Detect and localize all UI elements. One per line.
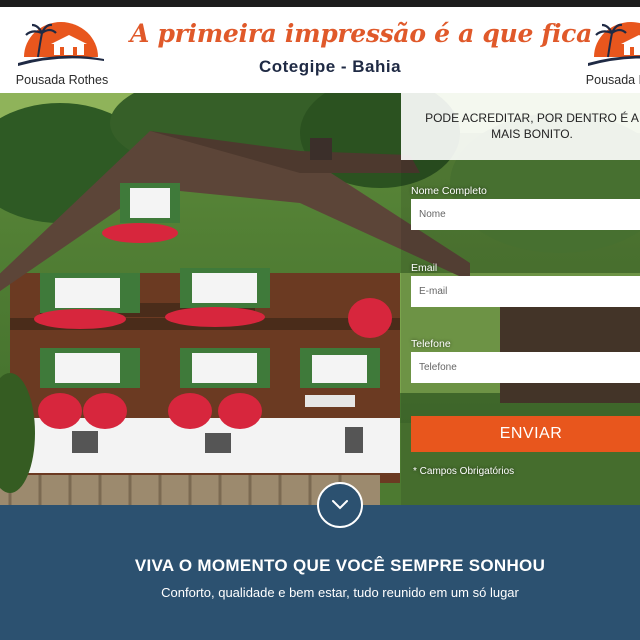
contact-form-panel: PODE ACREDITAR, POR DENTRO É A MAIS BONI…: [401, 93, 640, 505]
required-fields-note: * Campos Obrigatórios: [413, 466, 515, 477]
section-subline: Conforto, qualidade e bem estar, tudo re…: [161, 585, 519, 600]
phone-label: Telefone: [411, 338, 451, 350]
scroll-down-button[interactable]: [317, 482, 363, 528]
form-heading: PODE ACREDITAR, POR DENTRO É A MAIS BONI…: [425, 111, 639, 141]
email-input[interactable]: [411, 276, 640, 307]
phone-input[interactable]: [411, 352, 640, 383]
location-title: Cotegipe - Bahia: [258, 57, 402, 76]
form-header: PODE ACREDITAR, POR DENTRO É A MAIS BONI…: [401, 93, 640, 160]
brand-name: Pousada Rothes: [15, 73, 109, 87]
section-headline: VIVA O MOMENTO QUE VOCÊ SEMPRE SONHOU: [134, 556, 546, 575]
submit-button[interactable]: ENVIAR: [411, 416, 640, 452]
name-label: Nome Completo: [411, 185, 487, 197]
site-header: Pousada Rothes A primeira impressão é a …: [0, 7, 640, 93]
pousada-logo-icon: [588, 22, 640, 66]
email-label: Email: [411, 262, 438, 274]
brand-name: Pousada Rothes: [585, 73, 640, 87]
name-input[interactable]: [411, 199, 640, 230]
pousada-logo-icon: [18, 22, 104, 66]
top-rule: [0, 0, 640, 7]
logo-left[interactable]: Pousada Rothes: [2, 21, 122, 91]
tagline: A primeira impressão é a que fica: [130, 19, 592, 48]
chevron-down-icon: [332, 500, 348, 510]
logo-right[interactable]: Pousada Rothes: [572, 21, 640, 91]
